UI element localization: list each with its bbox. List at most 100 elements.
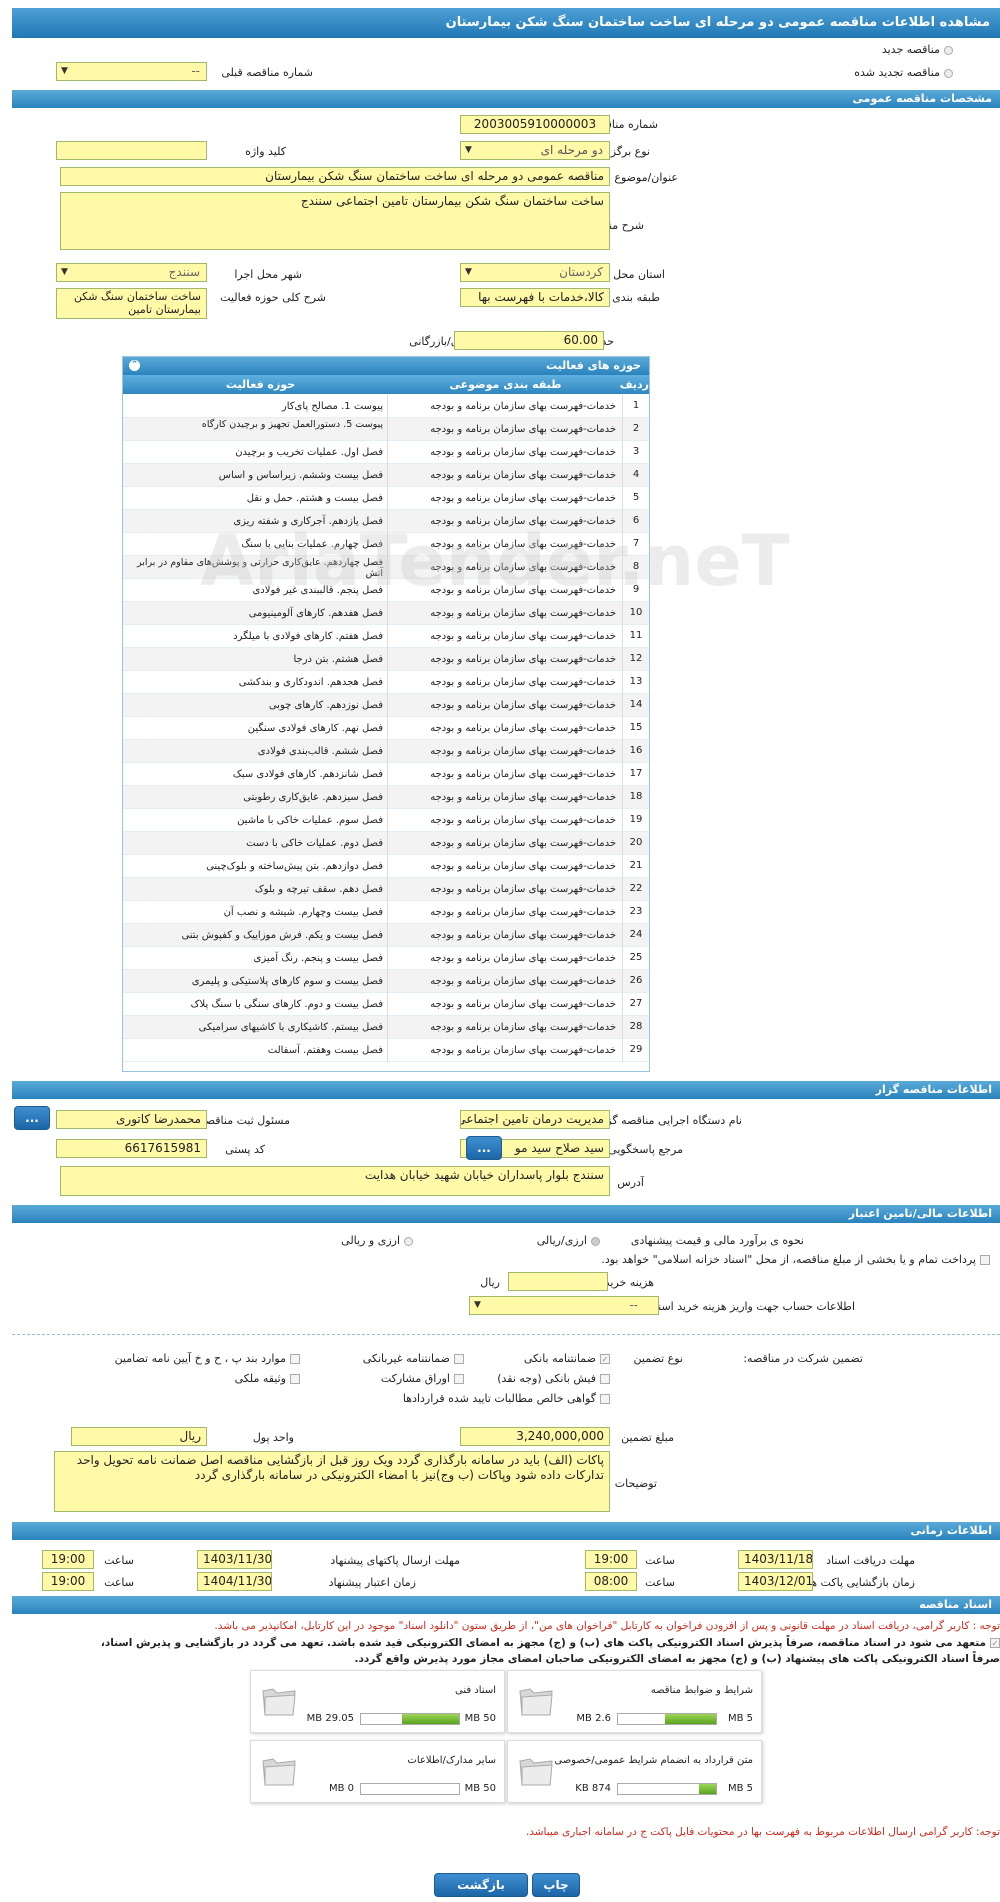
guarantee-bank[interactable]: ✓ ضمانتنامه بانکی: [524, 1352, 610, 1365]
chevron-down-icon: ▼: [474, 1300, 481, 1310]
table-row: 23 خدمات-فهرست بهای سازمان برنامه و بودجه…: [123, 901, 649, 924]
radio-icon: [944, 45, 953, 55]
doc-title: سایر مدارک/اطلاعات: [407, 1755, 496, 1766]
valid-date[interactable]: 1404/11/30: [197, 1572, 272, 1591]
table-row: 27 خدمات-فهرست بهای سازمان برنامه و بودجه…: [123, 993, 649, 1016]
previous-number-select[interactable]: -- ▼: [56, 62, 207, 81]
row-scope: فصل سیزدهم. عایق‌کاری رطوبتی: [133, 786, 388, 809]
print-button[interactable]: چاپ: [532, 1873, 580, 1897]
radio-renewed-label: مناقصه تجدید شده: [854, 66, 940, 79]
table-row: 12 خدمات-فهرست بهای سازمان برنامه و بودجه…: [123, 648, 649, 671]
receive-date[interactable]: 1403/11/18: [738, 1550, 813, 1569]
row-scope: فصل بیست وششم. زیراساس و اساس: [133, 464, 388, 487]
open-label: زمان بازگشایی پاکت ها: [807, 1576, 915, 1589]
postal-field[interactable]: 6617615981: [56, 1139, 207, 1158]
checkbox-icon: [454, 1374, 464, 1384]
doc-cost-field[interactable]: [508, 1272, 608, 1291]
doc-title: اسناد فنی: [455, 1685, 496, 1696]
receive-time-label: ساعت: [645, 1554, 675, 1567]
province-select[interactable]: کردستان ▼: [460, 263, 610, 282]
guarantee-items[interactable]: موارد بند پ ، ح و خ آیین نامه تضامین: [115, 1352, 300, 1365]
send-time[interactable]: 19:00: [42, 1550, 94, 1569]
send-date[interactable]: 1403/11/30: [197, 1550, 272, 1569]
row-category: خدمات-فهرست بهای سازمان برنامه و بودجه: [388, 809, 623, 832]
estimate-option-1-label: ارزی/ریالی: [536, 1234, 587, 1247]
table-row: 28 خدمات-فهرست بهای سازمان برنامه و بودجه…: [123, 1016, 649, 1039]
guarantee-nonbank[interactable]: ضمانتنامه غیربانکی: [363, 1352, 464, 1365]
resp-field[interactable]: محمدرضا کاتوری: [56, 1110, 207, 1129]
guarantee-property-label: وثیقه ملکی: [234, 1372, 286, 1385]
estimate-option-2[interactable]: ارزی و ریالی: [341, 1234, 413, 1247]
row-category: خدمات-فهرست بهای سازمان برنامه و بودجه: [388, 464, 623, 487]
activities-title: حوزه های فعالیت: [546, 359, 641, 372]
row-number: 17: [629, 768, 643, 779]
org-field[interactable]: مدیریت درمان تامین اجتماعی: [460, 1110, 610, 1129]
section-docs: اسناد مناقصه: [12, 1596, 1000, 1614]
row-scope: فصل بیست و پنجم. رنگ آمیزی: [133, 947, 388, 970]
checkbox-icon: [980, 1255, 990, 1265]
table-row: 11 خدمات-فهرست بهای سازمان برنامه و بودجه…: [123, 625, 649, 648]
row-scope: فصل هفتم. کارهای فولادی با میلگرد: [133, 625, 388, 648]
row-scope: پیوست 1. مصالح پای‌کار: [133, 395, 388, 418]
radio-renewed[interactable]: مناقصه تجدید شده: [854, 66, 953, 79]
folder-icon: [519, 1758, 553, 1786]
address-field[interactable]: سنندج بلوار پاسداران خیابان شهید خیابان …: [60, 1166, 610, 1196]
payment-text: پرداخت تمام و یا بخشی از مبلغ مناقصه، از…: [601, 1253, 976, 1266]
guarantee-property[interactable]: وثیقه ملکی: [235, 1372, 300, 1385]
back-button[interactable]: بازگشت: [434, 1873, 528, 1897]
scope-field[interactable]: ساخت ساختمان سنگ شکن بیمارستان تامین: [56, 288, 207, 319]
row-scope: فصل نهم. کارهای فولادی سنگین: [133, 717, 388, 740]
chevron-down-icon: ▼: [61, 66, 68, 76]
row-scope: فصل بیست وچهارم. شیشه و نصب آن: [133, 901, 388, 924]
section-finance: اطلاعات مالی/تامین اعتبار: [12, 1205, 1000, 1223]
radio-new[interactable]: مناقصه جدید: [882, 43, 953, 56]
doc-progress: [617, 1713, 717, 1725]
open-time-label: ساعت: [645, 1576, 675, 1589]
page-title: مشاهده اطلاعات مناقصه عمومی دو مرحله ای …: [445, 15, 990, 30]
row-scope: فصل بیست و هشتم. حمل و نقل: [133, 487, 388, 510]
table-row: 16 خدمات-فهرست بهای سازمان برنامه و بودجه…: [123, 740, 649, 763]
open-date[interactable]: 1403/12/01: [738, 1572, 813, 1591]
city-select[interactable]: سنندج ▼: [56, 263, 207, 282]
row-number: 24: [629, 929, 643, 940]
number-field[interactable]: 2003005910000003: [460, 115, 610, 134]
resp-select-button[interactable]: ...: [14, 1106, 50, 1130]
receive-time[interactable]: 19:00: [585, 1550, 637, 1569]
category-field[interactable]: کالا،خدمات با فهرست بها: [460, 288, 610, 307]
doc-card-conditions[interactable]: شرایط و ضوابط مناقصه 5 MB 2.6 MB: [507, 1670, 762, 1733]
row-scope: فصل دهم. سقف تیرچه و بلوک: [133, 878, 388, 901]
ref-select-button[interactable]: ...: [466, 1136, 502, 1160]
radio-icon: [404, 1236, 413, 1246]
collapse-icon[interactable]: ⌃: [129, 360, 140, 371]
amount-label: مبلغ تضمین: [621, 1431, 674, 1444]
city-label: شهر محل اجرا: [234, 268, 302, 281]
table-row: 18 خدمات-فهرست بهای سازمان برنامه و بودجه…: [123, 786, 649, 809]
row-category: خدمات-فهرست بهای سازمان برنامه و بودجه: [388, 1016, 623, 1039]
estimate-option-1[interactable]: ارزی/ریالی: [537, 1234, 600, 1247]
guarantee-bonds-label: اوراق مشارکت: [380, 1372, 450, 1385]
row-number: 27: [629, 998, 643, 1009]
doc-card-technical[interactable]: اسناد فنی 50 MB 29.05 MB: [250, 1670, 505, 1733]
desc-field[interactable]: ساخت ساختمان سنگ شکن بیمارستان تامین اجت…: [60, 192, 610, 250]
notes-field[interactable]: پاکات (الف) باید در سامانه بارگذاری گردد…: [54, 1451, 610, 1512]
row-number: 22: [629, 883, 643, 894]
account-select[interactable]: -- ▼: [469, 1296, 659, 1315]
valid-time[interactable]: 19:00: [42, 1572, 94, 1591]
open-time[interactable]: 08:00: [585, 1572, 637, 1591]
guarantee-bonds[interactable]: اوراق مشارکت: [381, 1372, 464, 1385]
guarantee-claims[interactable]: گواهی خالص مطالبات تایید شده قراردادها: [403, 1392, 610, 1405]
account-label: اطلاعات حساب جهت واریز هزینه خرید اسناد: [649, 1300, 855, 1313]
doc-card-contract[interactable]: متن قرارداد به انضمام شرایط عمومی/خصوصی …: [507, 1740, 762, 1803]
subject-field[interactable]: مناقصه عمومی دو مرحله ای ساخت ساختمان سن…: [60, 167, 610, 186]
keyword-field[interactable]: [56, 141, 207, 160]
score-field[interactable]: 60.00: [454, 331, 604, 350]
row-category: خدمات-فهرست بهای سازمان برنامه و بودجه: [388, 924, 623, 947]
payment-check[interactable]: پرداخت تمام و یا بخشی از مبلغ مناقصه، از…: [601, 1253, 990, 1266]
currency-field[interactable]: ریال: [71, 1427, 207, 1446]
send-label: مهلت ارسال پاکتهای پیشنهاد: [330, 1554, 460, 1567]
row-number: 13: [629, 676, 643, 687]
doc-card-other[interactable]: سایر مدارک/اطلاعات 50 MB 0 MB: [250, 1740, 505, 1803]
amount-field[interactable]: 3,240,000,000: [460, 1427, 610, 1446]
guarantee-cash[interactable]: فیش بانکی (وجه نقد): [497, 1372, 610, 1385]
holding-select[interactable]: دو مرحله ای ▼: [460, 141, 610, 160]
